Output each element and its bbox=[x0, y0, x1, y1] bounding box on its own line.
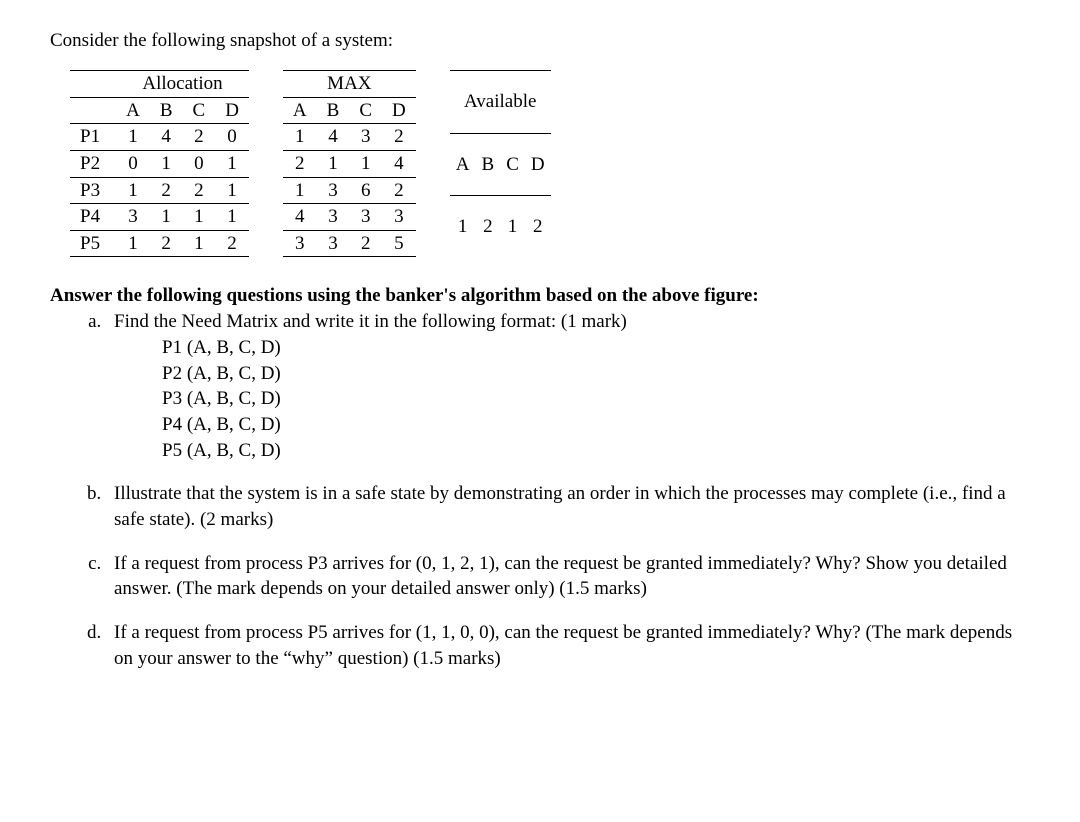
col-A: A bbox=[450, 133, 476, 196]
cell: 2 bbox=[283, 150, 317, 177]
cell: 2 bbox=[183, 177, 216, 204]
question-a: Find the Need Matrix and write it in the… bbox=[106, 309, 1030, 463]
cell: 2 bbox=[382, 177, 416, 204]
need-line: P1 (A, B, C, D) bbox=[162, 335, 1030, 361]
cell: 1 bbox=[150, 150, 183, 177]
question-d: If a request from process P5 arrives for… bbox=[106, 620, 1030, 671]
col-D: D bbox=[382, 97, 416, 124]
question-list: Find the Need Matrix and write it in the… bbox=[50, 309, 1030, 671]
cell: 1 bbox=[116, 230, 150, 257]
cell: 1 bbox=[450, 196, 476, 258]
need-line: P2 (A, B, C, D) bbox=[162, 361, 1030, 387]
cell: 1 bbox=[349, 150, 382, 177]
cell: 2 bbox=[382, 124, 416, 151]
cell: 2 bbox=[183, 124, 216, 151]
cell: 2 bbox=[150, 177, 183, 204]
cell: 3 bbox=[317, 204, 350, 231]
cell: 2 bbox=[525, 196, 551, 258]
cell: 2 bbox=[215, 230, 249, 257]
tables-container: Allocation A B C D P1 1 4 2 0 P2 0 1 0 1… bbox=[50, 70, 1030, 257]
col-C: C bbox=[500, 133, 525, 196]
question-heading: Answer the following questions using the… bbox=[50, 285, 1030, 307]
need-line: P5 (A, B, C, D) bbox=[162, 438, 1030, 464]
col-D: D bbox=[215, 97, 249, 124]
cell: 4 bbox=[283, 204, 317, 231]
cell: 1 bbox=[215, 177, 249, 204]
cell: 1 bbox=[215, 204, 249, 231]
cell: 1 bbox=[116, 124, 150, 151]
col-A: A bbox=[283, 97, 317, 124]
cell: 3 bbox=[317, 177, 350, 204]
cell: 6 bbox=[349, 177, 382, 204]
cell: 4 bbox=[317, 124, 350, 151]
question-c: If a request from process P3 arrives for… bbox=[106, 551, 1030, 602]
col-B: B bbox=[476, 133, 501, 196]
col-A: A bbox=[116, 97, 150, 124]
cell: 0 bbox=[183, 150, 216, 177]
cell: 4 bbox=[382, 150, 416, 177]
cell: 3 bbox=[349, 204, 382, 231]
question-b: Illustrate that the system is in a safe … bbox=[106, 481, 1030, 532]
cell: 3 bbox=[116, 204, 150, 231]
col-C: C bbox=[349, 97, 382, 124]
row-label: P3 bbox=[70, 177, 116, 204]
allocation-header: Allocation bbox=[116, 71, 249, 98]
cell: 1 bbox=[215, 150, 249, 177]
available-table: Available A B C D 1 2 1 2 bbox=[450, 70, 551, 257]
row-label: P2 bbox=[70, 150, 116, 177]
cell: 1 bbox=[283, 177, 317, 204]
col-D: D bbox=[525, 133, 551, 196]
col-C: C bbox=[183, 97, 216, 124]
cell: 1 bbox=[500, 196, 525, 258]
cell: 1 bbox=[183, 204, 216, 231]
question-a-text: Find the Need Matrix and write it in the… bbox=[114, 311, 627, 332]
row-label: P1 bbox=[70, 124, 116, 151]
cell: 2 bbox=[349, 230, 382, 257]
cell: 2 bbox=[150, 230, 183, 257]
row-label: P4 bbox=[70, 204, 116, 231]
cell: 3 bbox=[382, 204, 416, 231]
cell: 3 bbox=[349, 124, 382, 151]
intro-text: Consider the following snapshot of a sys… bbox=[50, 30, 1030, 52]
max-header: MAX bbox=[283, 71, 416, 98]
cell: 1 bbox=[317, 150, 350, 177]
cell: 4 bbox=[150, 124, 183, 151]
need-line: P4 (A, B, C, D) bbox=[162, 412, 1030, 438]
col-B: B bbox=[150, 97, 183, 124]
cell: 3 bbox=[283, 230, 317, 257]
col-B: B bbox=[317, 97, 350, 124]
cell: 1 bbox=[150, 204, 183, 231]
cell: 1 bbox=[116, 177, 150, 204]
cell: 3 bbox=[317, 230, 350, 257]
cell: 5 bbox=[382, 230, 416, 257]
need-format-block: P1 (A, B, C, D) P2 (A, B, C, D) P3 (A, B… bbox=[114, 335, 1030, 463]
cell: 1 bbox=[283, 124, 317, 151]
allocation-table: Allocation A B C D P1 1 4 2 0 P2 0 1 0 1… bbox=[70, 70, 249, 257]
cell: 1 bbox=[183, 230, 216, 257]
max-table: MAX A B C D 1 4 3 2 2 1 1 4 1 3 6 2 4 3 bbox=[283, 70, 416, 257]
available-header: Available bbox=[450, 71, 551, 134]
row-label: P5 bbox=[70, 230, 116, 257]
cell: 0 bbox=[215, 124, 249, 151]
need-line: P3 (A, B, C, D) bbox=[162, 386, 1030, 412]
cell: 0 bbox=[116, 150, 150, 177]
cell: 2 bbox=[476, 196, 501, 258]
